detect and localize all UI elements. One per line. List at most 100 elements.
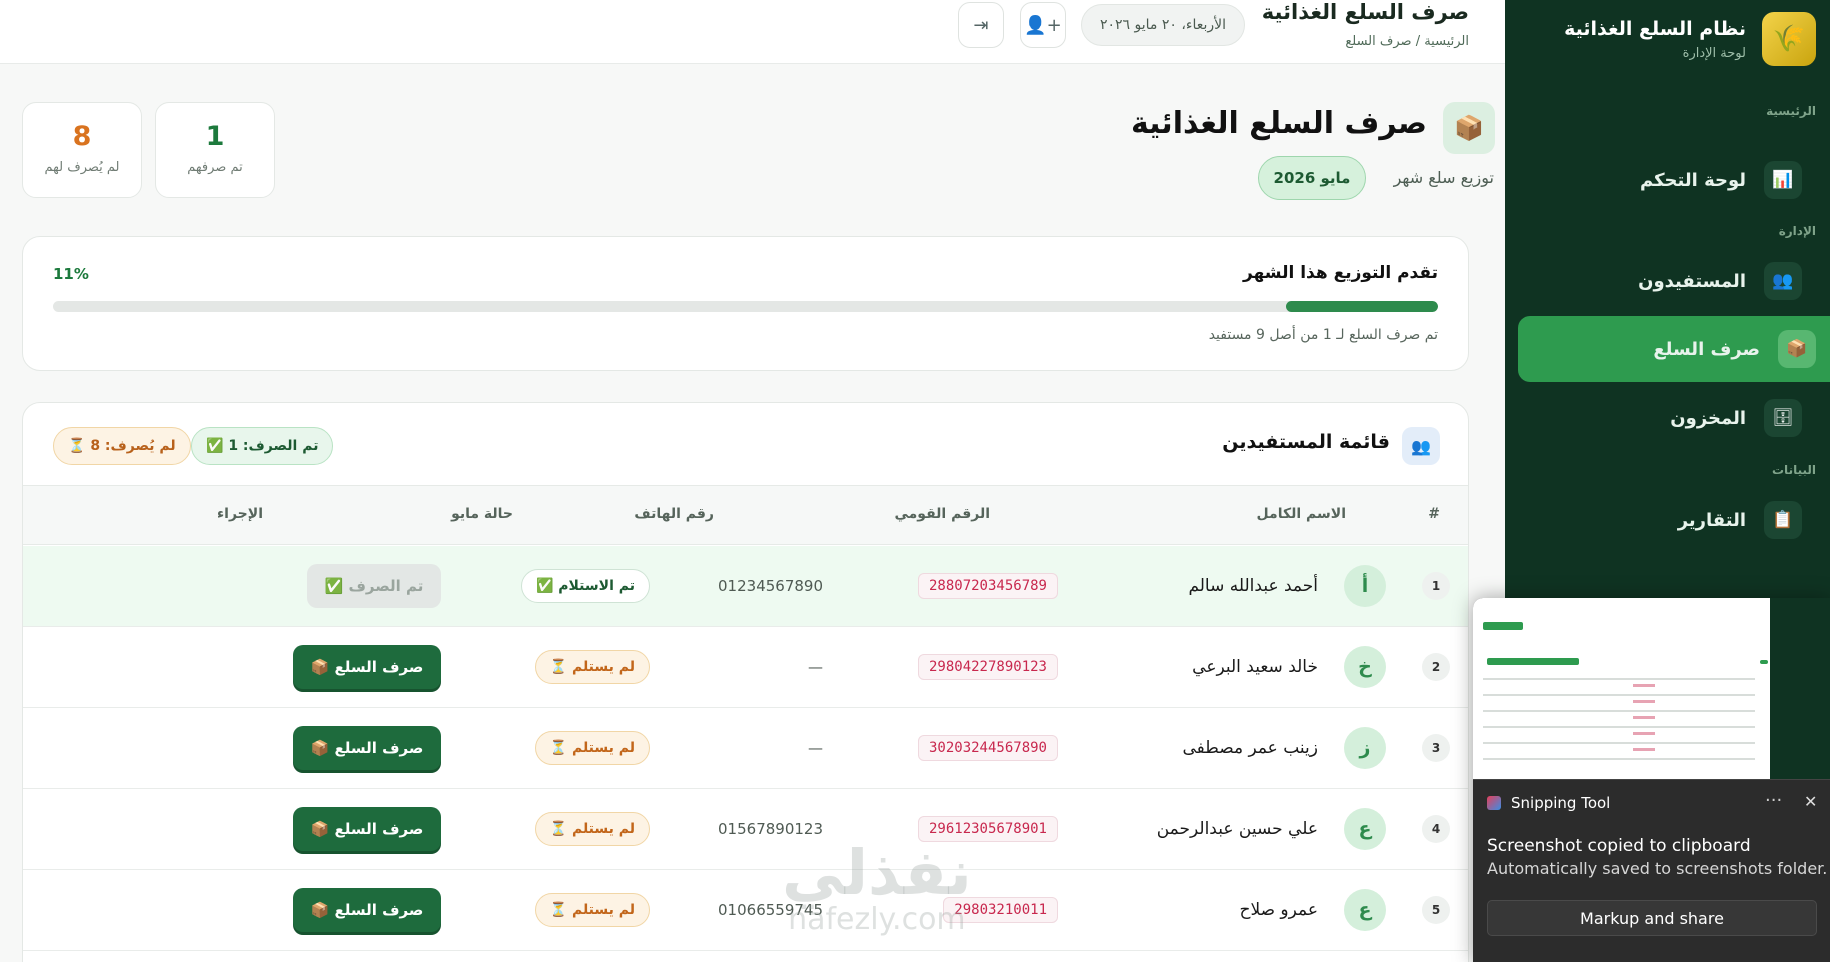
thumbnail-mark [1483,726,1755,728]
topbar: صرف السلع الغذائية الرئيسية / صرف السلع … [0,0,1505,64]
sidebar-item-distribution[interactable]: 📦 صرف السلع [1518,316,1830,382]
thumbnail-mark [1760,660,1768,664]
thumbnail-sidebar [1770,598,1830,779]
toast-app: Snipping Tool [1487,794,1610,812]
progress-percent: 11% [53,265,89,283]
box-icon: 📦 [1443,102,1495,154]
national-id: 30203244567890 [917,735,1058,761]
thumbnail-mark [1483,710,1755,712]
breadcrumb[interactable]: الرئيسية / صرف السلع [1345,34,1469,49]
nav-section-admin: الإدارة [1778,224,1816,238]
status-badge: ⏳ لم يستلم [534,812,650,846]
table-row: 5 ع عمرو صلاح 29803210011 01066559745 ⏳ لم يس… [23,870,1468,951]
column-header: الرقم القومي [894,506,990,522]
toast-app-name: Snipping Tool [1511,794,1611,812]
thumbnail-mark [1633,700,1655,703]
phone-number: 01066559745 [718,901,823,919]
thumbnail-mark [1483,678,1755,680]
national-id: 29612305678901 [917,816,1058,842]
column-header: حالة مايو [451,506,513,522]
snipping-tool-toast[interactable]: Snipping Tool ··· ✕ Screenshot copied to… [1473,598,1830,962]
thumbnail-mark [1633,748,1655,751]
status-badge: ⏳ لم يستلم [534,731,650,765]
avatar: ز [1344,727,1386,769]
sidebar-item-beneficiaries[interactable]: 👥 المستفيدون [1528,248,1816,314]
thumbnail-mark [1483,694,1755,696]
sidebar-item-label: التقارير [1677,509,1746,531]
table-row: 1 أ أحمد عبدالله سالم 28807203456789 0123456… [23,546,1468,627]
users-icon: 👥 [1764,262,1802,300]
column-header: رقم الهاتف [634,506,714,522]
distribute-button[interactable]: 📦 صرف السلع [293,645,441,689]
chart-icon: 📊 [1764,161,1802,199]
stat-label: تم صرفهم [187,160,243,175]
logout-icon[interactable]: ⇥ [958,2,1004,48]
users-icon: 👥 [1402,427,1440,465]
beneficiary-name: زينب عمر مصطفى [1182,738,1319,758]
table-row: 2 خ خالد سعيد البرعي 29804227890123 — ⏳ لم يس… [23,627,1468,708]
progress-fill [1285,301,1438,312]
wheat-logo-icon: 🌾 [1762,12,1816,66]
brand: 🌾 نظام السلع الغذائية لوحة الإدارة [1564,12,1816,66]
phone-number: 01234567890 [718,577,823,595]
sidebar-item-dashboard[interactable]: 📊 لوحة التحكم [1528,147,1816,213]
screenshot-thumbnail[interactable] [1473,598,1830,780]
phone-number: 01567890123 [718,820,823,838]
row-index: 1 [1422,572,1450,600]
beneficiary-name: عمرو صلاح [1239,900,1318,920]
sidebar-item-label: لوحة التحكم [1639,169,1746,191]
row-index: 3 [1422,734,1450,762]
thumbnail-mark [1633,732,1655,735]
status-badge: ⏳ لم يستلم [534,650,650,684]
sidebar-item-label: المستفيدون [1638,270,1746,292]
national-id: 29804227890123 [917,654,1058,680]
avatar: خ [1344,646,1386,688]
badge-pending-count: ⏳ لم يُصرف: 8 [53,427,191,465]
header-title: صرف السلع الغذائية [1261,0,1469,24]
thumbnail-mark [1483,758,1755,760]
table-header: # الاسم الكامل الرقم القومي رقم الهاتف ح… [23,485,1468,545]
toast-message: Screenshot copied to clipboard [1487,836,1751,856]
row-index: 5 [1422,896,1450,924]
markup-and-share-button[interactable]: Markup and share [1487,900,1817,936]
beneficiaries-card: 👥 قائمة المستفيدين ✅ تم الصرف: 1 ⏳ لم يُ… [22,402,1469,962]
progress-card: تقدم التوزيع هذا الشهر 11% تم صرف السلع … [22,236,1469,371]
close-icon[interactable]: ✕ [1804,792,1817,811]
table-row: 3 ز زينب عمر مصطفى 30203244567890 — ⏳ لم يستل… [23,708,1468,789]
phone-number: — [808,739,823,757]
avatar: أ [1344,565,1386,607]
list-title: قائمة المستفيدين [1222,431,1390,453]
column-header: الإجراء [217,506,263,522]
table-row: 4 ع علي حسين عبدالرحمن 29612305678901 015678… [23,789,1468,870]
page-title: صرف السلع الغذائية [1130,106,1427,141]
stat-label: لم يُصرف لهم [44,160,120,175]
badge-done-count: ✅ تم الصرف: 1 [191,427,334,465]
stat-value: 8 [72,121,92,152]
sidebar-item-label: صرف السلع [1653,338,1760,360]
sidebar-item-label: المخزون [1670,407,1746,429]
status-badge: ⏳ لم يستلم [534,893,650,927]
phone-number: — [808,658,823,676]
toast-submessage: Automatically saved to screenshots folde… [1487,859,1828,878]
national-id: 28807203456789 [917,573,1058,599]
brand-subtitle: لوحة الإدارة [1682,45,1746,61]
avatar: ع [1344,889,1386,931]
thumbnail-mark [1487,658,1579,665]
more-options-icon[interactable]: ··· [1765,790,1782,811]
sidebar-item-inventory[interactable]: 🗄 المخزون [1528,385,1816,451]
stat-card-pending: 8 لم يُصرف لهم [22,102,142,198]
distribute-button[interactable]: 📦 صرف السلع [293,726,441,770]
thumbnail-mark [1483,742,1755,744]
progress-note: تم صرف السلع لـ 1 من أصل 9 مستفيد [1208,327,1438,343]
beneficiary-name: خالد سعيد البرعي [1192,657,1318,677]
distribute-button[interactable]: 📦 صرف السلع [293,807,441,851]
month-badge: مايو 2026 [1258,156,1366,200]
thumbnail-mark [1633,684,1655,687]
add-user-icon[interactable]: 👤+ [1020,2,1066,48]
distributed-button: ✅ تم الصرف [307,564,441,608]
nav-section-data: البيانات [1772,463,1816,477]
progress-bar [53,301,1438,312]
distribute-button[interactable]: 📦 صرف السلع [293,888,441,932]
cabinet-icon: 🗄 [1764,399,1802,437]
sidebar-item-reports[interactable]: 📋 التقارير [1528,487,1816,553]
